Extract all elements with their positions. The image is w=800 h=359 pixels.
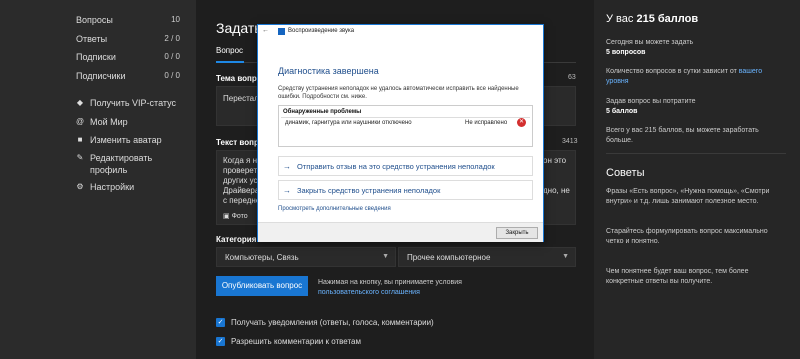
problem-status: Не исправлено: [465, 120, 508, 126]
photo-button[interactable]: ▣ Фото: [223, 211, 248, 223]
subcategory-select[interactable]: Прочее компьютерное ▼: [398, 247, 576, 267]
score-title: У вас 215 баллов: [606, 13, 699, 25]
topic-char-count: 63: [568, 74, 576, 81]
dialog-footer: Закрыть: [258, 222, 543, 242]
category-label: Категория: [216, 235, 257, 244]
info-total: Всего у вас 215 баллов, вы можете зарабо…: [606, 127, 759, 144]
comments-checkbox[interactable]: ✓ Разрешить комментарии к ответам: [216, 337, 361, 346]
close-button[interactable]: Закрыть: [496, 227, 538, 239]
speaker-app-icon: [278, 28, 285, 35]
page-title: Задать: [216, 20, 262, 36]
chevron-down-icon: ▼: [382, 253, 389, 260]
nav-edit-profile[interactable]: ✎ Редактировать профиль: [76, 152, 166, 176]
nav-vip[interactable]: ◆ Получить VIP-статус: [76, 97, 186, 109]
feedback-link[interactable]: → Отправить отзыв на это средство устране…: [278, 156, 533, 176]
dialog-heading: Диагностика завершена: [278, 66, 379, 76]
nav-my-world[interactable]: @ Мой Мир: [76, 116, 186, 128]
tab-question[interactable]: Вопрос: [216, 46, 243, 55]
tip-item: Старайтесь формулировать вопрос максимал…: [606, 228, 768, 245]
info-level: Количество вопросов в сутки зависит от в…: [606, 68, 763, 85]
more-info-link[interactable]: Просмотреть дополнительные сведения: [278, 206, 391, 212]
stat-subscriptions[interactable]: Подписки 0 / 0: [76, 52, 180, 62]
text-char-count: 3413: [562, 138, 578, 145]
stat-answers[interactable]: Ответы 2 / 0: [76, 34, 180, 44]
arrow-right-icon: →: [283, 161, 291, 171]
photo-icon: ▣: [223, 213, 232, 220]
checkmark-icon: ✓: [216, 318, 225, 327]
problems-table: Обнаруженные проблемы динамик, гарнитура…: [278, 105, 533, 147]
divider: [606, 153, 786, 154]
publish-button[interactable]: Опубликовать вопрос: [216, 276, 308, 296]
troubleshooter-dialog: ← Воспроизведение звука Диагностика заве…: [257, 24, 544, 242]
vip-icon: ◆: [76, 98, 84, 107]
tip-item: Фразы «Есть вопрос», «Нужна помощь», «См…: [606, 188, 770, 205]
camera-icon: ■: [77, 135, 83, 144]
left-sidebar: Вопросы 10 Ответы 2 / 0 Подписки 0 / 0 Подп…: [0, 0, 196, 359]
tips-title: Советы: [606, 167, 645, 179]
notify-checkbox[interactable]: ✓ Получать уведомления (ответы, голоса, к…: [216, 318, 434, 327]
publish-note: Нажимая на кнопку, вы принимаете условия…: [318, 279, 462, 296]
back-arrow-icon[interactable]: ←: [262, 27, 269, 34]
checkmark-icon: ✓: [216, 337, 225, 346]
close-troubleshooter-link[interactable]: → Закрыть средство устранения неполадок: [278, 180, 533, 200]
right-panel: У вас 215 баллов Сегодня вы можете задат…: [594, 0, 800, 359]
dialog-title: Воспроизведение звука: [288, 28, 355, 34]
chevron-down-icon: ▼: [562, 253, 569, 260]
stat-questions[interactable]: Вопросы 10: [76, 15, 180, 25]
problems-header: Обнаруженные проблемы: [283, 109, 362, 115]
user-agreement-link[interactable]: пользовательского соглашения: [318, 289, 420, 296]
info-cost: Задав вопрос вы потратите 5 баллов: [606, 98, 696, 115]
divider: [281, 117, 530, 118]
stat-subscribers[interactable]: Подписчики 0 / 0: [76, 71, 180, 81]
nav-settings[interactable]: ⚙ Настройки: [76, 181, 186, 193]
text-line: дно, не: [543, 186, 570, 195]
tab-active-indicator: [216, 61, 244, 63]
edit-icon: ✎: [76, 153, 84, 162]
nav-change-avatar[interactable]: ■ Изменить аватар: [76, 134, 186, 146]
problem-name: динамик, гарнитура или наушники отключен…: [285, 120, 412, 126]
text-label: Текст вопр: [216, 138, 259, 147]
dialog-description: Средству устранения неполадок не удалось…: [278, 86, 519, 100]
category-select[interactable]: Компьютеры, Связь ▼: [216, 247, 396, 267]
tip-item: Чем понятнее будет ваш вопрос, тем более…: [606, 268, 749, 285]
text-line: он это: [543, 156, 567, 165]
error-icon: ✕: [517, 118, 526, 127]
gear-icon: ⚙: [76, 182, 84, 191]
dialog-titlebar: ← Воспроизведение звука: [258, 25, 543, 39]
text-line: с передне: [223, 196, 261, 205]
arrow-right-icon: →: [283, 185, 291, 195]
mir-icon: @: [75, 117, 85, 126]
info-questions-today: Сегодня вы можете задать 5 вопросов: [606, 39, 694, 56]
